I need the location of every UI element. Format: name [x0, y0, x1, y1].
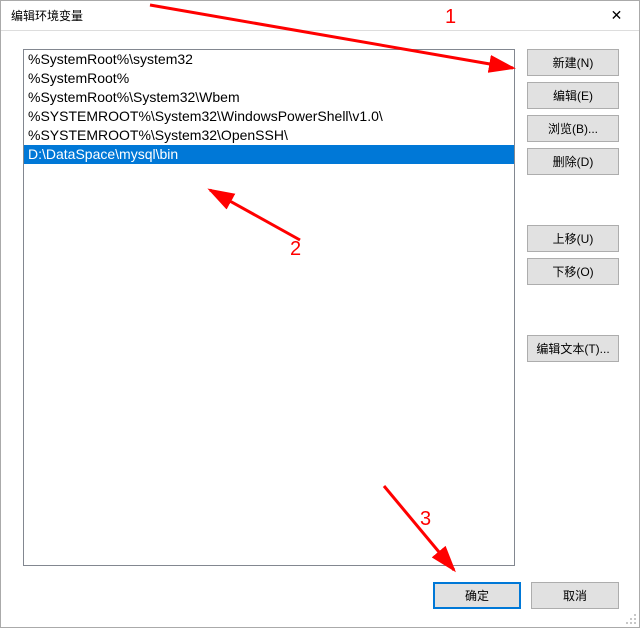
- spacer: [527, 181, 619, 219]
- close-button[interactable]: ✕: [594, 1, 639, 31]
- edit-text-button[interactable]: 编辑文本(T)...: [527, 335, 619, 362]
- list-item[interactable]: %SystemRoot%\System32\Wbem: [24, 88, 514, 107]
- window-title: 编辑环境变量: [11, 7, 83, 24]
- list-item[interactable]: %SYSTEMROOT%\System32\WindowsPowerShell\…: [24, 107, 514, 126]
- list-item[interactable]: %SystemRoot%\system32: [24, 50, 514, 69]
- spacer: [527, 291, 619, 329]
- path-listbox[interactable]: %SystemRoot%\system32%SystemRoot%%System…: [23, 49, 515, 566]
- move-up-button[interactable]: 上移(U): [527, 225, 619, 252]
- dialog-window: 编辑环境变量 ✕ %SystemRoot%\system32%SystemRoo…: [0, 0, 640, 628]
- close-icon: ✕: [611, 7, 623, 24]
- resize-grip-icon: [623, 611, 637, 625]
- ok-button[interactable]: 确定: [433, 582, 521, 609]
- button-column: 新建(N) 编辑(E) 浏览(B)... 删除(D) 上移(U) 下移(O) 编…: [527, 49, 619, 566]
- titlebar: 编辑环境变量 ✕: [1, 1, 639, 31]
- bottom-bar: 确定 取消: [23, 566, 619, 609]
- list-item[interactable]: %SYSTEMROOT%\System32\OpenSSH\: [24, 126, 514, 145]
- new-button[interactable]: 新建(N): [527, 49, 619, 76]
- delete-button[interactable]: 删除(D): [527, 148, 619, 175]
- edit-button[interactable]: 编辑(E): [527, 82, 619, 109]
- list-item[interactable]: D:\DataSpace\mysql\bin: [24, 145, 514, 164]
- dialog-content: %SystemRoot%\system32%SystemRoot%%System…: [1, 31, 639, 627]
- browse-button[interactable]: 浏览(B)...: [527, 115, 619, 142]
- list-item[interactable]: %SystemRoot%: [24, 69, 514, 88]
- move-down-button[interactable]: 下移(O): [527, 258, 619, 285]
- cancel-button[interactable]: 取消: [531, 582, 619, 609]
- main-area: %SystemRoot%\system32%SystemRoot%%System…: [23, 49, 619, 566]
